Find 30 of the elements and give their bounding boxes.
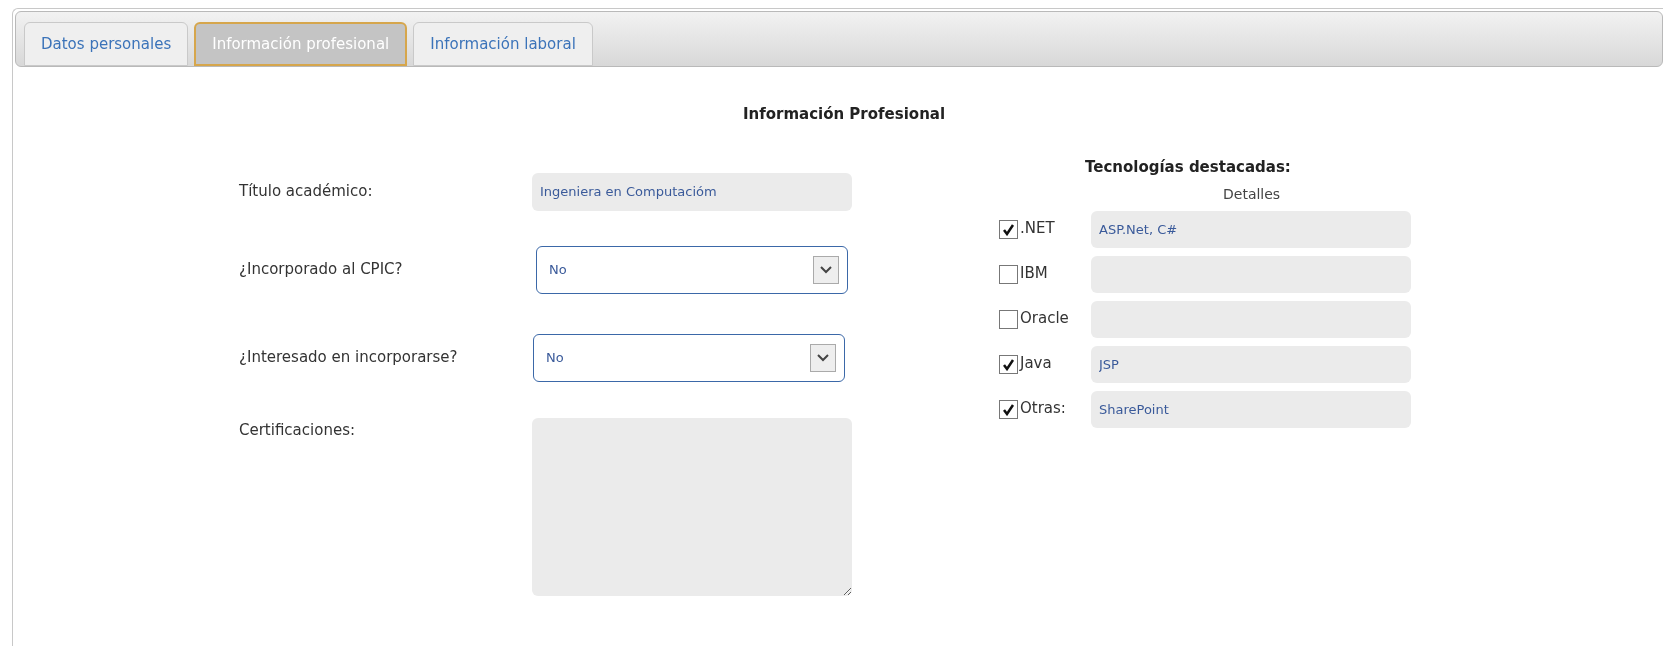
checkbox-label: Otras: — [1019, 398, 1067, 419]
checkbox[interactable] — [999, 220, 1018, 239]
tab[interactable]: Información laboral — [413, 22, 593, 66]
field-label: Certificaciones: — [239, 419, 356, 441]
details-field[interactable]: JSP — [1091, 346, 1411, 383]
dropdown[interactable]: No — [536, 245, 848, 294]
dropdown[interactable]: No — [533, 333, 845, 382]
field-label: ¿Interesado en incorporarse? — [239, 347, 459, 369]
checkbox[interactable] — [999, 400, 1018, 419]
checkbox-label: .NET — [1019, 218, 1056, 239]
text-field[interactable]: Ingeniera en Computacióm — [532, 172, 852, 211]
tab[interactable]: Datos personales — [24, 22, 189, 66]
checkbox[interactable] — [999, 265, 1018, 284]
details-field[interactable]: ASP.Net, C# — [1091, 211, 1411, 248]
checkbox[interactable] — [999, 310, 1018, 329]
checkbox-label: Java — [1018, 353, 1053, 374]
check-icon — [1002, 403, 1015, 416]
check-icon — [1002, 358, 1015, 371]
section-title: Tecnologías destacadas: — [1085, 156, 1292, 178]
caret-icon — [810, 343, 836, 372]
checkbox-label: Oracle — [1019, 308, 1070, 329]
field-label: ¿Incorporado al CPIC? — [239, 259, 404, 281]
details-field[interactable]: SharePoint — [1091, 391, 1411, 428]
caret-icon — [813, 255, 839, 284]
check-icon — [1002, 223, 1015, 236]
field-label: Título académico: — [239, 181, 374, 203]
section-title: Información Profesional — [742, 104, 946, 125]
column-header: Detalles — [1223, 185, 1282, 204]
checkbox[interactable] — [999, 355, 1018, 374]
checkbox-label: IBM — [1019, 263, 1049, 284]
